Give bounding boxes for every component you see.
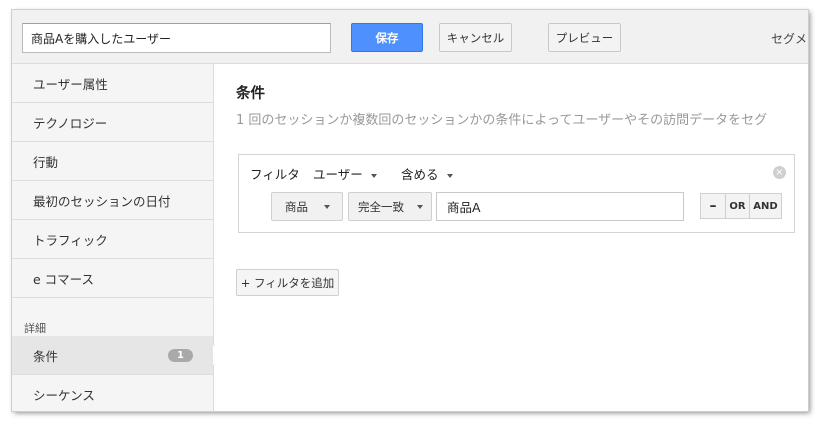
sidebar-item-traffic[interactable]: トラフィック	[12, 220, 213, 259]
filter-action-dropdown[interactable]: 含める	[401, 164, 453, 183]
preview-button[interactable]: プレビュー	[548, 23, 621, 52]
save-button[interactable]: 保存	[351, 23, 423, 52]
sidebar-item-sequences[interactable]: シーケンス	[12, 375, 213, 411]
filter-card: フィルタ ユーザー 含める × 商品 完全一致 – OR AND	[238, 154, 795, 233]
filter-scope-dropdown[interactable]: ユーザー	[313, 164, 377, 183]
dimension-label: 商品	[285, 199, 308, 214]
dimension-dropdown[interactable]: 商品	[271, 192, 343, 221]
filter-label: フィルタ	[250, 167, 300, 182]
remove-condition-button[interactable]: –	[700, 193, 726, 219]
top-toolbar: 保存 キャンセル プレビュー セグメ	[12, 10, 808, 64]
sidebar-item-conditions[interactable]: 条件 1	[12, 336, 213, 375]
sidebar-item-label: 最初のセッションの日付	[33, 193, 171, 209]
segment-name-input[interactable]	[22, 23, 331, 53]
caret-down-icon	[370, 173, 377, 178]
caret-down-icon	[446, 173, 453, 178]
page-title: 条件	[236, 86, 265, 102]
segment-editor-window: 保存 キャンセル プレビュー セグメ ユーザー属性 テクノロジー 行動 最初のセ…	[12, 10, 808, 411]
caret-down-icon	[417, 204, 423, 209]
sidebar-item-behavior[interactable]: 行動	[12, 142, 213, 181]
page-description: 1 回のセッションか複数回のセッションかの条件によってユーザーやその訪問データを…	[236, 113, 768, 128]
sidebar-item-label: トラフィック	[33, 232, 108, 248]
sidebar-item-first-session-date[interactable]: 最初のセッションの日付	[12, 181, 213, 220]
add-filter-button[interactable]: + フィルタを追加	[236, 269, 339, 296]
and-button[interactable]: AND	[750, 193, 782, 219]
sidebar-item-ecommerce[interactable]: e コマース	[12, 259, 213, 298]
sidebar-item-technology[interactable]: テクノロジー	[12, 103, 213, 142]
main-panel: 条件 1 回のセッションか複数回のセッションかの条件によってユーザーやその訪問デ…	[215, 64, 808, 411]
sidebar-item-label: シーケンス	[33, 387, 95, 403]
sidebar-item-label: テクノロジー	[33, 115, 108, 131]
cancel-button[interactable]: キャンセル	[439, 23, 512, 52]
remove-filter-icon[interactable]: ×	[773, 166, 786, 179]
filter-action-label: 含める	[401, 167, 439, 182]
filter-scope-label: ユーザー	[313, 167, 363, 182]
sidebar-item-demographics[interactable]: ユーザー属性	[12, 64, 213, 103]
or-button[interactable]: OR	[726, 193, 750, 219]
sidebar-item-label: 行動	[33, 154, 59, 170]
sidebar: ユーザー属性 テクノロジー 行動 最初のセッションの日付 トラフィック e コマ…	[12, 64, 214, 411]
match-type-dropdown[interactable]: 完全一致	[348, 192, 432, 221]
sidebar-section-advanced: 詳細	[24, 322, 46, 335]
caret-down-icon	[324, 204, 330, 209]
match-type-label: 完全一致	[358, 199, 404, 214]
sidebar-item-label: 条件	[33, 348, 59, 364]
condition-value-input[interactable]	[436, 192, 684, 221]
sidebar-item-label: e コマース	[33, 271, 95, 287]
logic-button-group: – OR AND	[700, 193, 782, 219]
count-badge: 1	[168, 349, 193, 362]
segment-link-truncated[interactable]: セグメ	[771, 30, 807, 47]
sidebar-item-label: ユーザー属性	[33, 76, 108, 92]
